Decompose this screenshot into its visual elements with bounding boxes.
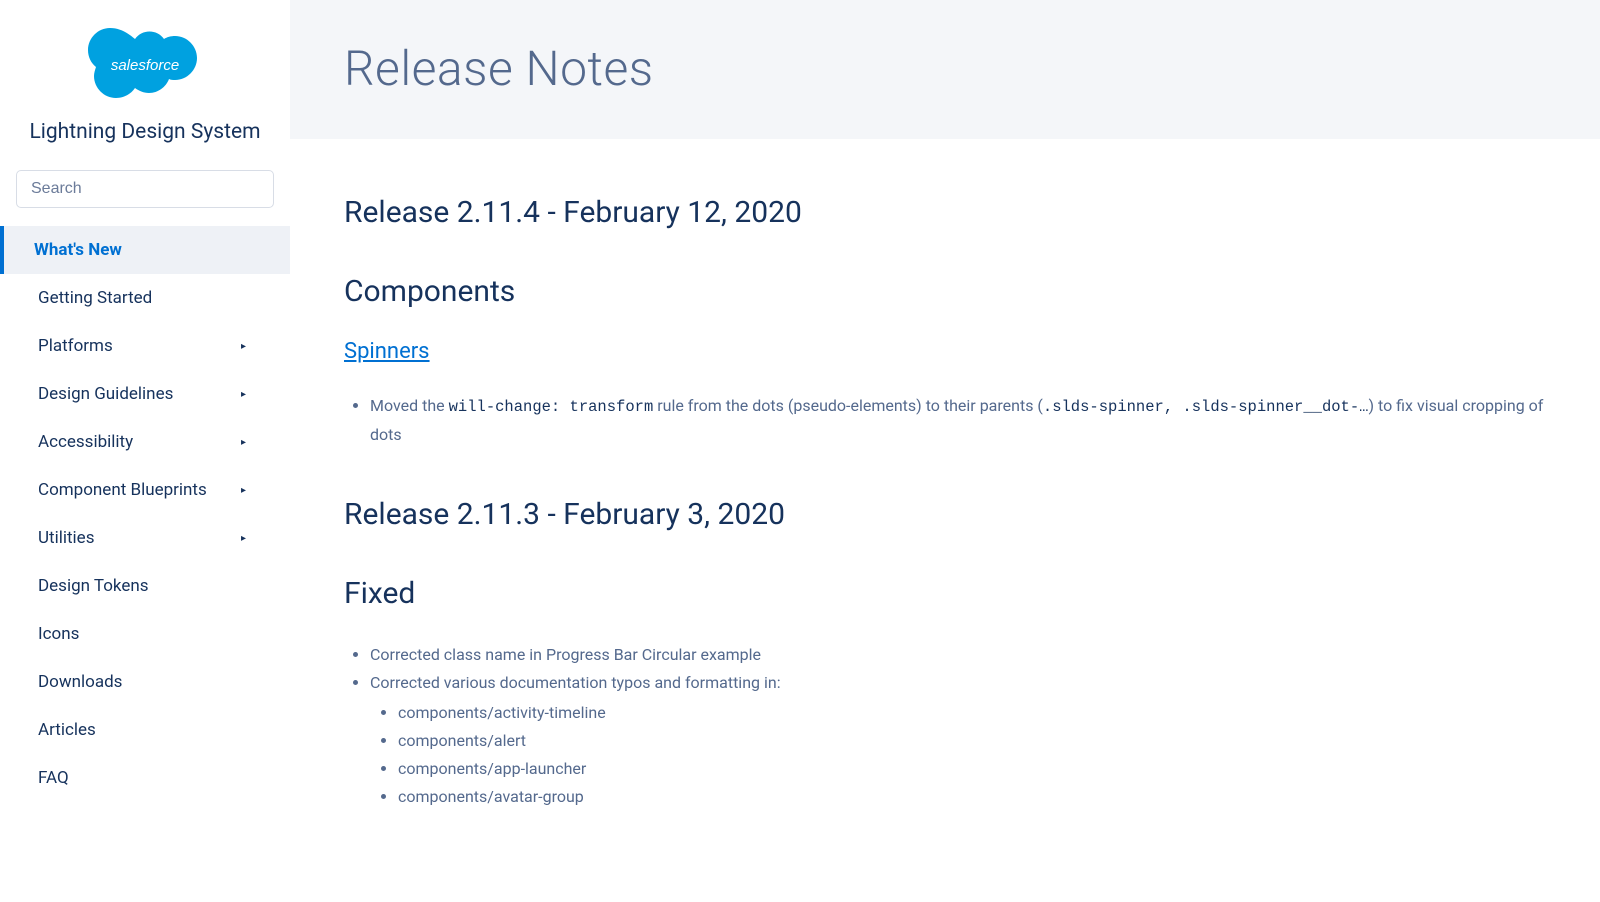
sidebar-item-accessibility[interactable]: Accessibility ▸ <box>0 418 290 466</box>
page-title: Release Notes <box>344 40 1546 97</box>
search-input[interactable] <box>16 170 274 208</box>
sidebar-item-utilities[interactable]: Utilities ▸ <box>0 514 290 562</box>
sidebar-item-label: Articles <box>38 720 96 740</box>
sidebar-item-what-s-new[interactable]: What's New <box>0 226 290 274</box>
chevron-right-icon: ▸ <box>241 533 246 544</box>
sidebar-item-label: FAQ <box>38 768 69 788</box>
sidebar-item-getting-started[interactable]: Getting Started <box>0 274 290 322</box>
chevron-right-icon: ▸ <box>241 437 246 448</box>
list-item: components/app-launcher <box>398 755 1546 783</box>
sidebar-item-label: Downloads <box>38 672 122 692</box>
page-header: Release Notes <box>290 0 1600 139</box>
list-item: components/activity-timeline <box>398 699 1546 727</box>
chevron-right-icon: ▸ <box>241 341 246 352</box>
sidebar-item-design-guidelines[interactable]: Design Guidelines ▸ <box>0 370 290 418</box>
sidebar-item-label: Component Blueprints <box>38 480 207 500</box>
sidebar-nav: What's NewGetting StartedPlatforms▸Desig… <box>0 226 290 802</box>
brand-title: Lightning Design System <box>0 120 290 144</box>
code-snippet: will-change: transform <box>449 398 654 416</box>
code-snippet: .slds-spinner, .slds-spinner__dot-… <box>1043 398 1369 416</box>
chevron-right-icon: ▸ <box>241 485 246 496</box>
bullet-text: rule from the dots (pseudo-elements) to … <box>653 396 1043 415</box>
sidebar-item-label: Icons <box>38 624 79 644</box>
list-item: Corrected class name in Progress Bar Cir… <box>370 641 1546 669</box>
sidebar-item-component-blueprints[interactable]: Component Blueprints ▸ <box>0 466 290 514</box>
list-item: components/alert <box>398 727 1546 755</box>
svg-text:salesforce: salesforce <box>111 57 179 74</box>
release-heading: Release 2.11.3 - February 3, 2020 <box>344 497 1546 532</box>
sidebar-item-icons[interactable]: Icons <box>0 610 290 658</box>
sidebar-item-label: What's New <box>34 240 122 260</box>
release-bullets: Moved the will-change: transform rule fr… <box>344 392 1546 449</box>
sidebar-item-label: Utilities <box>38 528 94 548</box>
main-content: Release Notes Release 2.11.4 - February … <box>290 0 1600 902</box>
chevron-right-icon: ▸ <box>241 389 246 400</box>
sidebar-item-label: Getting Started <box>38 288 152 308</box>
sidebar-item-faq[interactable]: FAQ <box>0 754 290 802</box>
list-item: components/avatar-group <box>398 783 1546 811</box>
sidebar-item-design-tokens[interactable]: Design Tokens <box>0 562 290 610</box>
sidebar-item-platforms[interactable]: Platforms ▸ <box>0 322 290 370</box>
section-heading: Fixed <box>344 576 1546 611</box>
sidebar-item-articles[interactable]: Articles <box>0 706 290 754</box>
sidebar-item-label: Platforms <box>38 336 113 356</box>
bullet-text: Moved the <box>370 396 449 415</box>
spinners-link[interactable]: Spinners <box>344 339 430 364</box>
list-item: Moved the will-change: transform rule fr… <box>370 392 1546 449</box>
section-heading: Components <box>344 274 1546 309</box>
content-body: Release 2.11.4 - February 12, 2020 Compo… <box>290 139 1600 899</box>
sidebar: salesforce Lightning Design System What'… <box>0 0 290 902</box>
logo-area: salesforce Lightning Design System <box>0 0 290 170</box>
sidebar-item-label: Design Tokens <box>38 576 149 596</box>
sidebar-item-downloads[interactable]: Downloads <box>0 658 290 706</box>
salesforce-logo-icon: salesforce <box>85 24 205 102</box>
search-wrap <box>0 170 290 226</box>
release-bullets: Corrected class name in Progress Bar Cir… <box>344 641 1546 811</box>
release-heading: Release 2.11.4 - February 12, 2020 <box>344 195 1546 230</box>
sidebar-item-label: Design Guidelines <box>38 384 173 404</box>
list-item: Corrected various documentation typos an… <box>370 669 1546 811</box>
sidebar-item-label: Accessibility <box>38 432 133 452</box>
nested-list: components/activity-timelinecomponents/a… <box>370 699 1546 811</box>
